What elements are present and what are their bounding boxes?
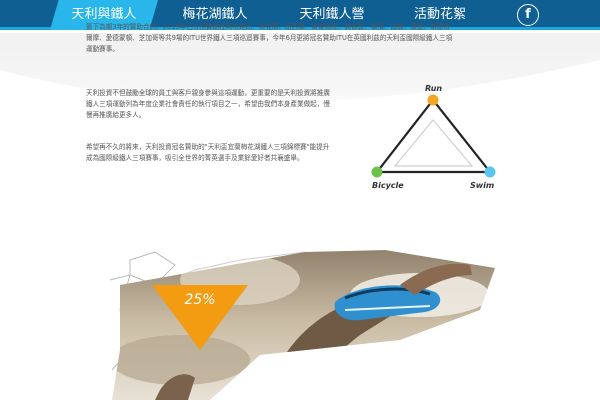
facebook-icon[interactable]: f [517,4,539,26]
triangle-inner [393,119,474,167]
csr-paragraph: 天利投資不但鼓勵全球的員工與客戶親身參與這項運動，更重要的是天利投資將推廣鐵人三… [86,89,330,119]
triathlon-triangle-diagram [371,94,496,178]
run-dot [427,94,439,106]
swim-dot [484,166,496,178]
intro-line-3: 運動賽事。 [86,45,119,53]
run-label: Run [425,84,443,93]
swim-label: Swim [470,181,495,190]
bicycle-dot [371,166,383,178]
intro-paragraph: 簽下為期3年的贊助合約。2015年已分別贊助在阿布達比、奧克蘭、紐西蘭、黃金海岸… [86,22,516,55]
triangle-outer [374,98,493,174]
future-paragraph: 希望再不久的將來，天利投資冠名贊助的"天利盃宜蘭梅花湖鐵人三項錦標賽"能提升成為… [86,143,330,162]
intro-line-2: 爾摩、愛德蒙頓、芝加哥等共9場的ITU世界鐵人三項巡迴賽事，今年6月更將冠名贊助… [86,34,453,42]
progress-percent-label: 25% [184,292,216,308]
hero-runner-image [109,250,495,400]
bicycle-label: Bicycle [372,181,404,190]
intro-line-1: 簽下為期3年的贊助合約。2015年已分別贊助在阿布達比、奧克蘭、紐西蘭、黃金海岸… [86,23,450,31]
